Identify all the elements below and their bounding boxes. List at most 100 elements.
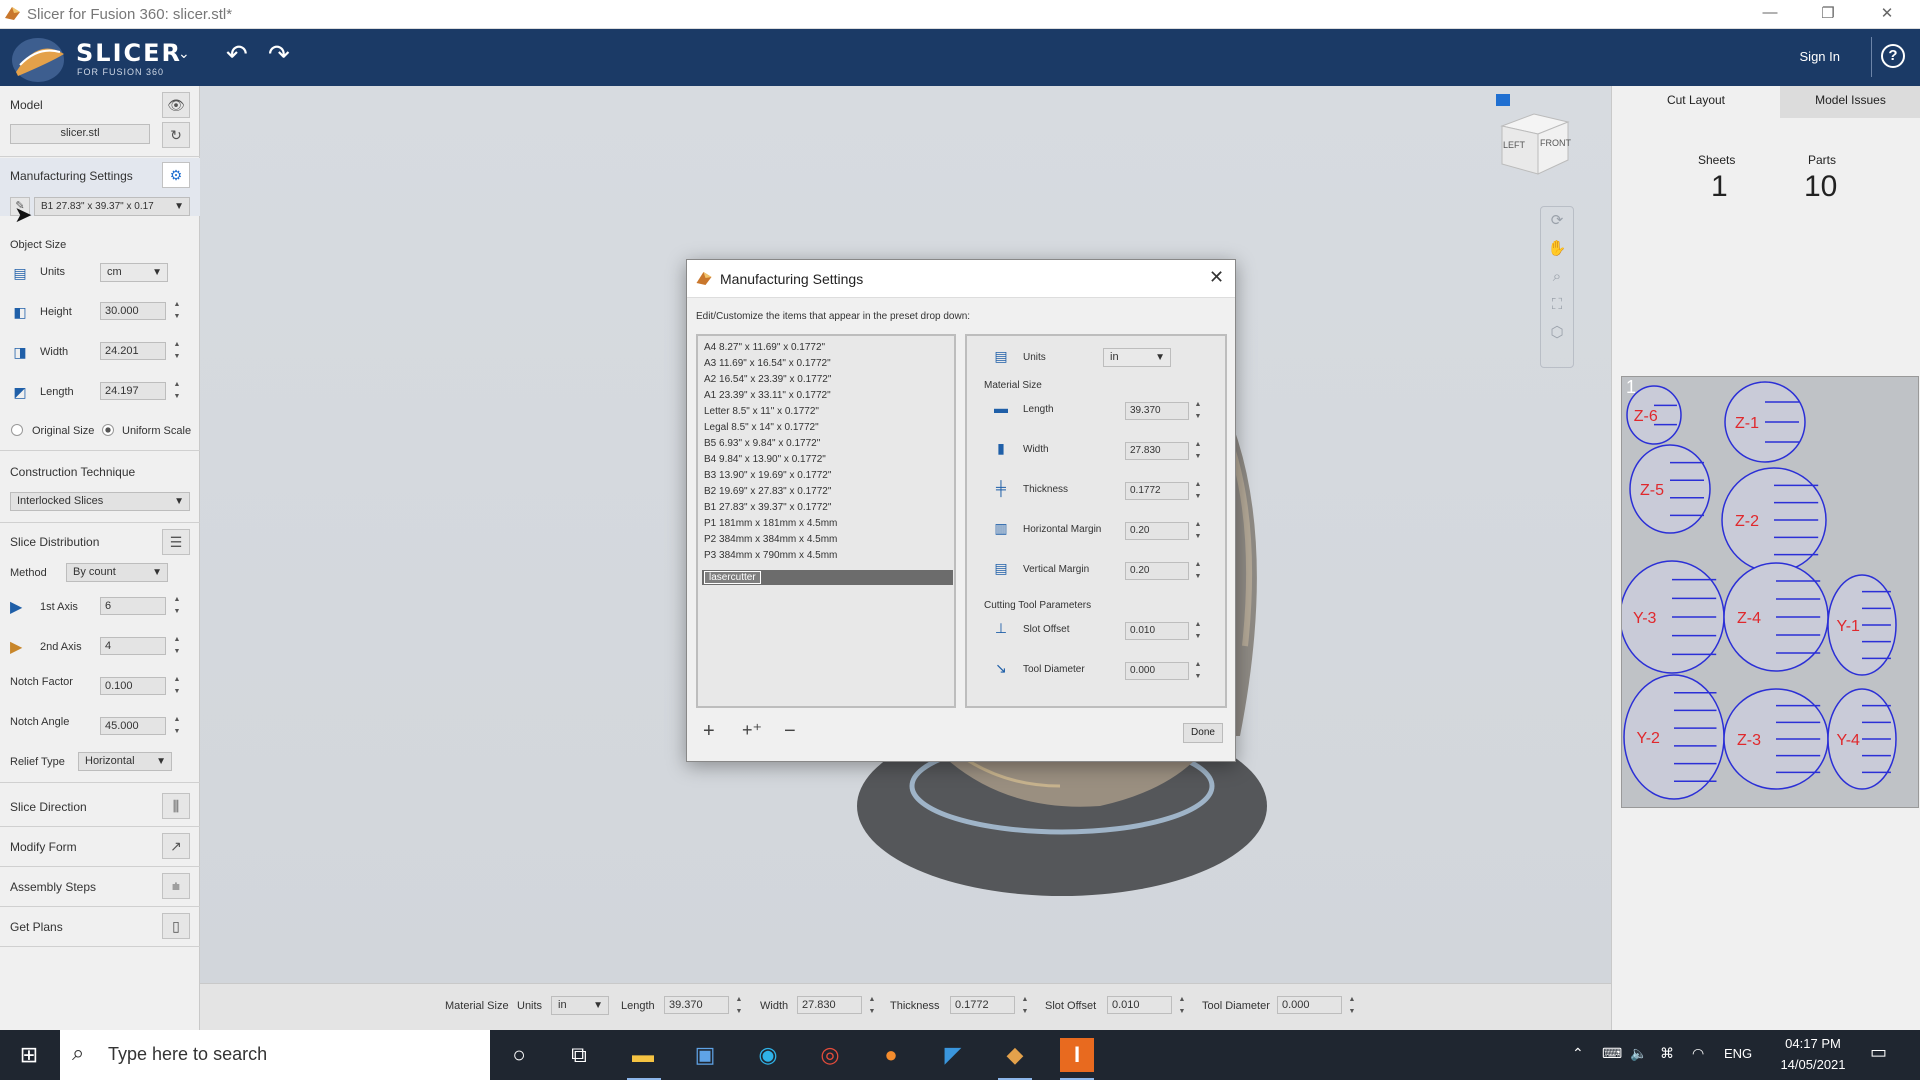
preset-item[interactable]: A2 16.54" x 23.39" x 0.1772" <box>704 374 831 385</box>
part-y-1[interactable]: Y-1 <box>1827 574 1897 676</box>
relief-type-dropdown[interactable]: Horizontal ▼ <box>78 752 172 771</box>
vertical-margin-stepper[interactable]: ▲ ▼ <box>1193 559 1203 587</box>
view-cube-left[interactable]: LEFT <box>1503 140 1525 150</box>
wifi-icon[interactable]: ◠ <box>1692 1045 1704 1062</box>
height-input[interactable]: 30.000 <box>100 302 166 320</box>
slice-direction-icon[interactable]: ⫼ <box>162 793 190 819</box>
part-z-4[interactable]: Z-4 <box>1723 562 1829 672</box>
tool-diameter-input[interactable]: 0.000 <box>1125 662 1189 680</box>
network-app-icon[interactable]: ▣ <box>688 1038 722 1072</box>
first-axis-input[interactable]: 6 <box>100 597 166 615</box>
part-z-1[interactable]: Z-1 <box>1724 381 1806 463</box>
clock-date[interactable]: 14/05/2021 <box>1770 1057 1856 1072</box>
close-icon[interactable]: ✕ <box>1209 267 1224 288</box>
brand-menu-chevron-icon[interactable]: ⌄ <box>178 45 190 62</box>
firefox-browser-icon[interactable]: ● <box>874 1038 908 1072</box>
width-input[interactable]: 27.830 <box>797 996 862 1014</box>
selected-preset-label[interactable]: lasercutter <box>704 571 761 584</box>
model-file-button[interactable]: slicer.stl <box>10 124 150 144</box>
notch-angle-input[interactable]: 45.000 <box>100 717 166 735</box>
help-icon[interactable]: ? <box>1881 44 1905 68</box>
part-z-5[interactable]: Z-5 <box>1629 444 1711 534</box>
language-indicator[interactable]: ENG <box>1724 1046 1752 1061</box>
second-axis-stepper[interactable]: ▲ ▼ <box>172 634 182 662</box>
zoom-icon[interactable]: ⌕ <box>1541 263 1573 291</box>
preset-item[interactable]: B5 6.93" x 9.84" x 0.1772" <box>704 438 820 449</box>
notch-factor-stepper[interactable]: ▲ ▼ <box>172 674 182 702</box>
tab-model-issues[interactable]: Model Issues <box>1780 86 1920 118</box>
slot-offset-input[interactable]: 0.010 <box>1107 996 1172 1014</box>
preset-dropdown[interactable]: B1 27.83" x 39.37" x 0.17 ▼ <box>34 197 190 216</box>
thickness-stepper[interactable]: ▲ ▼ <box>1193 479 1203 507</box>
instructables-app-icon[interactable]: I <box>1060 1038 1094 1072</box>
slice-distribution-icon[interactable]: ☰ <box>162 529 190 555</box>
remove-preset-button[interactable]: − <box>784 720 796 743</box>
thickness-input[interactable]: 0.1772 <box>1125 482 1189 500</box>
part-z-6[interactable]: Z-6 <box>1626 385 1682 445</box>
preset-item[interactable]: Letter 8.5" x 11" x 0.1772" <box>704 406 819 417</box>
part-z-3[interactable]: Z-3 <box>1723 688 1829 790</box>
minimize-button[interactable]: — <box>1758 4 1782 24</box>
done-button[interactable]: Done <box>1183 723 1223 743</box>
length-stepper[interactable]: ▲ ▼ <box>1193 399 1203 427</box>
height-stepper[interactable]: ▲ ▼ <box>172 299 182 327</box>
duplicate-preset-button[interactable]: +⁺ <box>742 720 762 741</box>
assembly-steps-icon[interactable]: ⩧ <box>162 873 190 899</box>
tool-diameter-input[interactable]: 0.000 <box>1277 996 1342 1014</box>
width-input[interactable]: 24.201 <box>100 342 166 360</box>
vscode-icon[interactable]: ◤ <box>936 1038 970 1072</box>
notch-angle-stepper[interactable]: ▲ ▼ <box>172 714 182 742</box>
preset-item-selected[interactable]: lasercutter <box>702 570 953 585</box>
length-input[interactable]: 39.370 <box>664 996 729 1014</box>
modify-form-button[interactable]: Modify Form <box>10 840 77 854</box>
preset-list[interactable]: A4 8.27" x 11.69" x 0.1772" A3 11.69" x 1… <box>696 334 956 708</box>
slot-offset-stepper[interactable]: ▲ ▼ <box>1193 619 1203 647</box>
part-z-2[interactable]: Z-2 <box>1721 467 1827 573</box>
preset-item[interactable]: A4 8.27" x 11.69" x 0.1772" <box>704 342 825 353</box>
tab-cut-layout[interactable]: Cut Layout <box>1612 86 1780 118</box>
method-dropdown[interactable]: By count ▼ <box>66 563 168 582</box>
slicer-app-icon[interactable]: ◆ <box>998 1038 1032 1072</box>
panel-toggle-icon[interactable] <box>1496 94 1510 106</box>
preset-item[interactable]: A1 23.39" x 33.11" x 0.1772" <box>704 390 831 401</box>
sign-in-link[interactable]: Sign In <box>1800 49 1840 64</box>
preset-item[interactable]: Legal 8.5" x 14" x 0.1772" <box>704 422 819 433</box>
preset-item[interactable]: P3 384mm x 790mm x 4.5mm <box>704 550 837 561</box>
width-stepper[interactable]: ▲ ▼ <box>172 339 182 367</box>
view-cube-front[interactable]: FRONT <box>1540 138 1571 148</box>
task-view-icon[interactable]: ⧉ <box>562 1038 596 1072</box>
slot-offset-stepper[interactable]: ▲ ▼ <box>1177 994 1187 1022</box>
notch-factor-input[interactable]: 0.100 <box>100 677 166 695</box>
maximize-button[interactable]: ❐ <box>1816 4 1840 24</box>
original-size-radio[interactable] <box>11 424 23 436</box>
units-dropdown[interactable]: in ▼ <box>551 996 609 1015</box>
tool-diameter-stepper[interactable]: ▲ ▼ <box>1193 659 1203 687</box>
units-dropdown[interactable]: cm ▼ <box>100 263 168 282</box>
cortana-icon[interactable]: ○ <box>502 1038 536 1072</box>
gear-icon[interactable]: ⚙ <box>162 162 190 188</box>
edge-browser-icon[interactable]: ◉ <box>751 1038 785 1072</box>
horizontal-margin-input[interactable]: 0.20 <box>1125 522 1189 540</box>
uniform-scale-radio[interactable] <box>102 424 114 436</box>
modify-form-icon[interactable]: ↗ <box>162 833 190 859</box>
redo-button[interactable]: ↷ <box>268 39 290 70</box>
chrome-browser-icon[interactable]: ◎ <box>813 1038 847 1072</box>
windows-start-icon[interactable]: ⊞ <box>12 1038 46 1072</box>
length-stepper[interactable]: ▲ ▼ <box>734 994 744 1022</box>
undo-button[interactable]: ↶ <box>226 39 248 70</box>
vertical-margin-input[interactable]: 0.20 <box>1125 562 1189 580</box>
construction-dropdown[interactable]: Interlocked Slices ▼ <box>10 492 190 511</box>
eye-icon[interactable]: 👁 <box>162 92 190 118</box>
preset-item[interactable]: P2 384mm x 384mm x 4.5mm <box>704 534 837 545</box>
tray-meet-icon[interactable]: ⌨ <box>1602 1045 1622 1062</box>
thickness-input[interactable]: 0.1772 <box>950 996 1015 1014</box>
get-plans-button[interactable]: Get Plans <box>10 920 63 934</box>
length-input[interactable]: 24.197 <box>100 382 166 400</box>
units-dropdown[interactable]: in ▼ <box>1103 348 1171 367</box>
taskbar-search[interactable]: ⌕ Type here to search <box>60 1030 490 1080</box>
width-stepper[interactable]: ▲ ▼ <box>867 994 877 1022</box>
home-view-icon[interactable]: ⬡ <box>1541 319 1573 347</box>
thickness-stepper[interactable]: ▲ ▼ <box>1020 994 1030 1022</box>
preset-item[interactable]: B2 19.69" x 27.83" x 0.1772" <box>704 486 831 497</box>
part-y-2[interactable]: Y-2 <box>1623 674 1725 800</box>
